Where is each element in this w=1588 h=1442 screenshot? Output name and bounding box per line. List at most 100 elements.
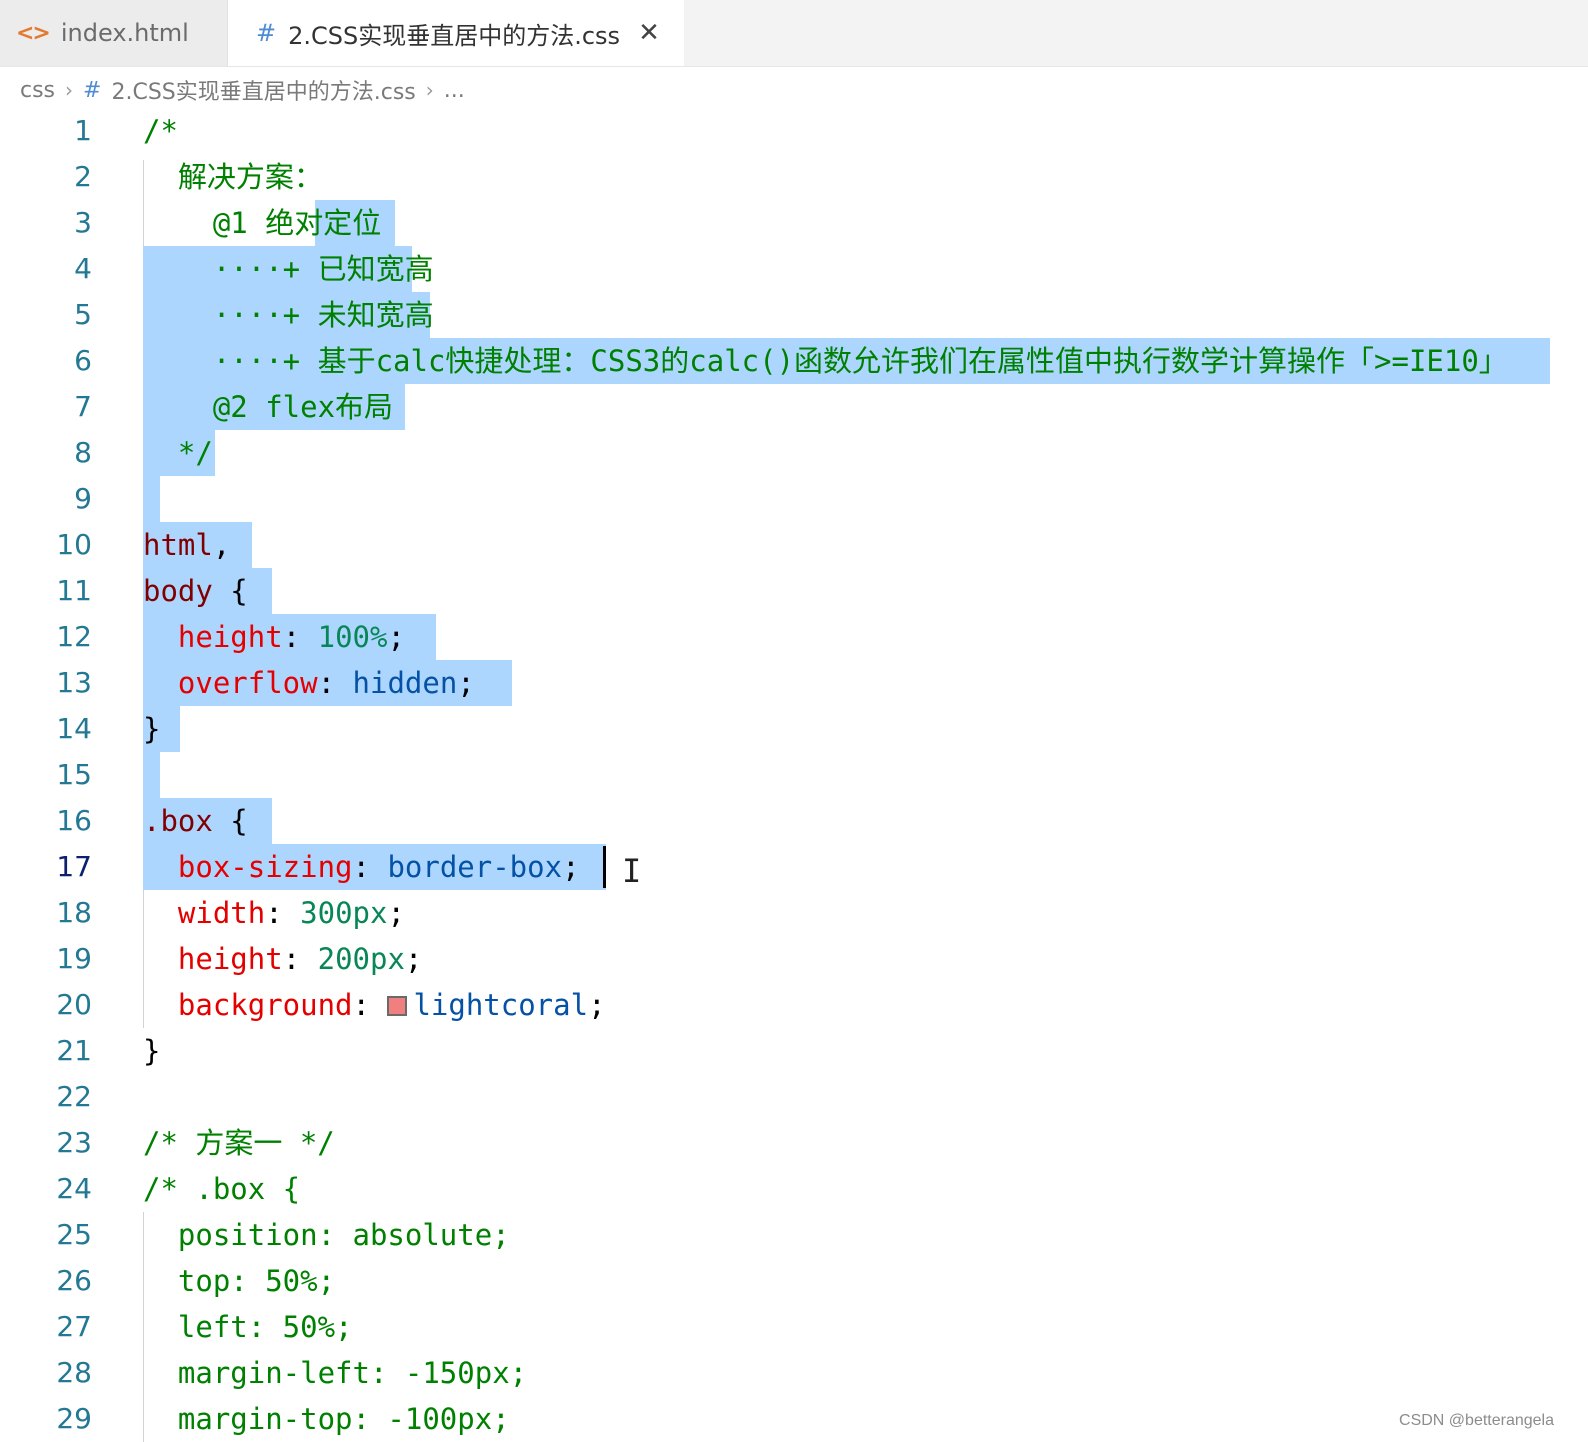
code-line[interactable]: 3 @1 绝对定位: [0, 200, 1588, 246]
code-line[interactable]: 13 overflow: hidden;: [0, 660, 1588, 706]
code-text: left: 50%;: [143, 1304, 353, 1350]
code-line[interactable]: 18 width: 300px;: [0, 890, 1588, 936]
code-text: ····+ 已知宽高: [143, 246, 434, 292]
code-line[interactable]: 14}: [0, 706, 1588, 752]
line-number: 25: [56, 1218, 92, 1251]
line-number: 1: [74, 114, 92, 147]
code-line[interactable]: 6 ····+ 基于calc快捷处理：CSS3的calc()函数允许我们在属性值…: [0, 338, 1588, 384]
code-line[interactable]: 28 margin-left: -150px;: [0, 1350, 1588, 1396]
code-text: /*: [143, 108, 178, 154]
color-swatch-icon[interactable]: [387, 996, 408, 1016]
breadcrumb-file[interactable]: 2.CSS实现垂直居中的方法.css: [111, 74, 415, 106]
code-token: /* 方案一 */: [143, 1126, 335, 1160]
code-token: height: [177, 620, 283, 654]
tab-css-file[interactable]: # 2.CSS实现垂直居中的方法.css ✕: [228, 0, 684, 66]
selection-highlight: [143, 476, 160, 522]
code-text: margin-top: -100px;: [143, 1396, 510, 1442]
code-token: ;: [457, 666, 475, 700]
code-line[interactable]: 25 position: absolute;: [0, 1212, 1588, 1258]
code-token: :: [265, 896, 301, 930]
code-line[interactable]: 4 ····+ 已知宽高: [0, 246, 1588, 292]
code-line[interactable]: 26 top: 50%;: [0, 1258, 1588, 1304]
code-line[interactable]: 15: [0, 752, 1588, 798]
close-icon[interactable]: ✕: [638, 18, 660, 48]
code-line[interactable]: 2 解决方案：: [0, 154, 1588, 200]
breadcrumb-more[interactable]: ...: [444, 78, 465, 103]
code-text: background: lightcoral;: [143, 982, 606, 1028]
code-token: 300px: [300, 896, 388, 930]
line-number: 27: [56, 1310, 92, 1343]
html-file-icon: <>: [16, 20, 51, 46]
code-token: :: [282, 620, 318, 654]
code-line[interactable]: 29 margin-top: -100px;: [0, 1396, 1588, 1442]
tab-bar: <> index.html # 2.CSS实现垂直居中的方法.css ✕: [0, 0, 1588, 67]
code-text: }: [143, 1028, 160, 1074]
code-token: {: [212, 574, 248, 608]
code-text: height: 200px;: [143, 936, 422, 982]
code-text: height: 100%;: [143, 614, 405, 660]
code-token: ····+ 基于calc快捷处理：CSS3的calc()函数允许我们在属性值中执…: [143, 344, 1508, 378]
code-token: html: [143, 528, 213, 562]
css-file-icon: #: [83, 77, 102, 103]
line-number: 19: [56, 942, 92, 975]
line-number: 21: [56, 1034, 92, 1067]
code-token: ;: [404, 942, 423, 976]
code-line[interactable]: 24 /* .box {: [0, 1166, 1588, 1212]
line-number: 2: [74, 160, 92, 193]
code-editor[interactable]: 1 /* 2 解决方案： 3 @1 绝对定位 4 ····+ 已知宽高 5 ····+ 未…: [0, 108, 1588, 1442]
line-number: 6: [74, 344, 92, 377]
code-token: }: [143, 712, 161, 746]
breadcrumb-folder[interactable]: css: [20, 78, 55, 103]
code-token: :: [352, 988, 388, 1022]
code-line[interactable]: 5 ····+ 未知宽高: [0, 292, 1588, 338]
line-number: 20: [56, 988, 92, 1021]
code-token: position: absolute;: [143, 1218, 510, 1252]
code-token: ····+ 未知宽高: [143, 298, 434, 332]
code-line[interactable]: 12 height: 100%;: [0, 614, 1588, 660]
code-token: overflow: [177, 666, 318, 700]
line-number: 16: [56, 804, 92, 837]
code-line[interactable]: 19 height: 200px;: [0, 936, 1588, 982]
code-token: background: [177, 988, 353, 1022]
line-number: 8: [74, 436, 92, 469]
line-number: 22: [56, 1080, 92, 1113]
code-line[interactable]: 9: [0, 476, 1588, 522]
code-line[interactable]: 10 html,: [0, 522, 1588, 568]
code-token: height: [177, 942, 283, 976]
chevron-right-icon: ›: [425, 78, 434, 102]
code-token: :: [352, 850, 388, 884]
code-text: @1 绝对定位: [143, 200, 381, 246]
code-line[interactable]: 16 .box {: [0, 798, 1588, 844]
code-token: top: 50%;: [143, 1264, 336, 1298]
line-number: 7: [74, 390, 92, 423]
code-token: ····+ 已知宽高: [143, 252, 434, 286]
code-line[interactable]: 17 box-sizing: border-box;: [0, 844, 1588, 890]
code-text: body {: [143, 568, 248, 614]
code-text: }: [143, 706, 160, 752]
code-text: position: absolute;: [143, 1212, 510, 1258]
tab-index-html[interactable]: <> index.html: [0, 0, 228, 66]
code-token: width: [177, 896, 266, 930]
code-token: left: 50%;: [143, 1310, 353, 1344]
code-line[interactable]: 23 /* 方案一 */: [0, 1120, 1588, 1166]
code-line[interactable]: 22: [0, 1074, 1588, 1120]
code-token: {: [212, 804, 248, 838]
code-line[interactable]: 8 */: [0, 430, 1588, 476]
code-text: ····+ 基于calc快捷处理：CSS3的calc()函数允许我们在属性值中执…: [143, 338, 1508, 384]
code-line[interactable]: 21}: [0, 1028, 1588, 1074]
code-text: /* .box {: [143, 1166, 300, 1212]
code-text: .box {: [143, 798, 248, 844]
code-line[interactable]: 11 body {: [0, 568, 1588, 614]
code-line[interactable]: 7 @2 flex布局: [0, 384, 1588, 430]
code-token: @1 绝对定位: [143, 206, 382, 240]
code-text: /* 方案一 */: [143, 1120, 335, 1166]
code-line[interactable]: 20 background: lightcoral;: [0, 982, 1588, 1028]
code-line[interactable]: 27 left: 50%;: [0, 1304, 1588, 1350]
line-number: 12: [56, 620, 92, 653]
code-token: margin-left: -150px;: [143, 1356, 528, 1390]
watermark: CSDN @betterangela: [1399, 1412, 1554, 1429]
code-line[interactable]: 1 /*: [0, 108, 1588, 154]
